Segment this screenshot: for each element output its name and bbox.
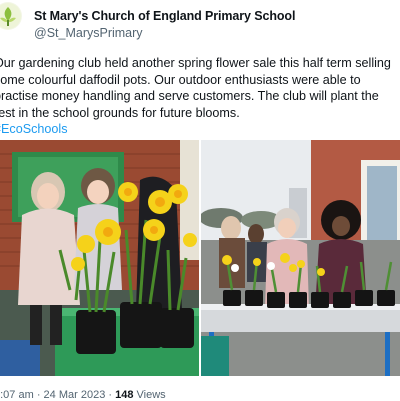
photo-daffodil-pots-children[interactable] xyxy=(0,140,199,376)
tweet-media[interactable] xyxy=(0,140,400,376)
school-logo-icon xyxy=(0,3,21,29)
meta-separator: · xyxy=(36,389,41,401)
tweet-text: Our gardening club held another spring f… xyxy=(0,56,391,120)
meta-separator-2: · xyxy=(108,389,113,401)
author-name[interactable]: St Mary's Church of England Primary Scho… xyxy=(34,9,295,23)
tweet-time[interactable]: 9:07 am xyxy=(0,389,34,401)
views-count: 148 xyxy=(115,389,134,401)
views-label: Views xyxy=(136,389,166,401)
tweet-meta: 9:07 am · 24 Mar 2023 · 148 Views xyxy=(0,389,166,401)
author-handle[interactable]: @St_MarysPrimary xyxy=(34,26,143,40)
tweet-body: Our gardening club held another spring f… xyxy=(0,55,400,138)
avatar[interactable] xyxy=(0,2,22,30)
photo-flower-stall[interactable] xyxy=(201,140,400,376)
tweet-date[interactable]: 24 Mar 2023 xyxy=(44,389,106,401)
hashtag-link[interactable]: #EcoSchools xyxy=(0,122,68,136)
